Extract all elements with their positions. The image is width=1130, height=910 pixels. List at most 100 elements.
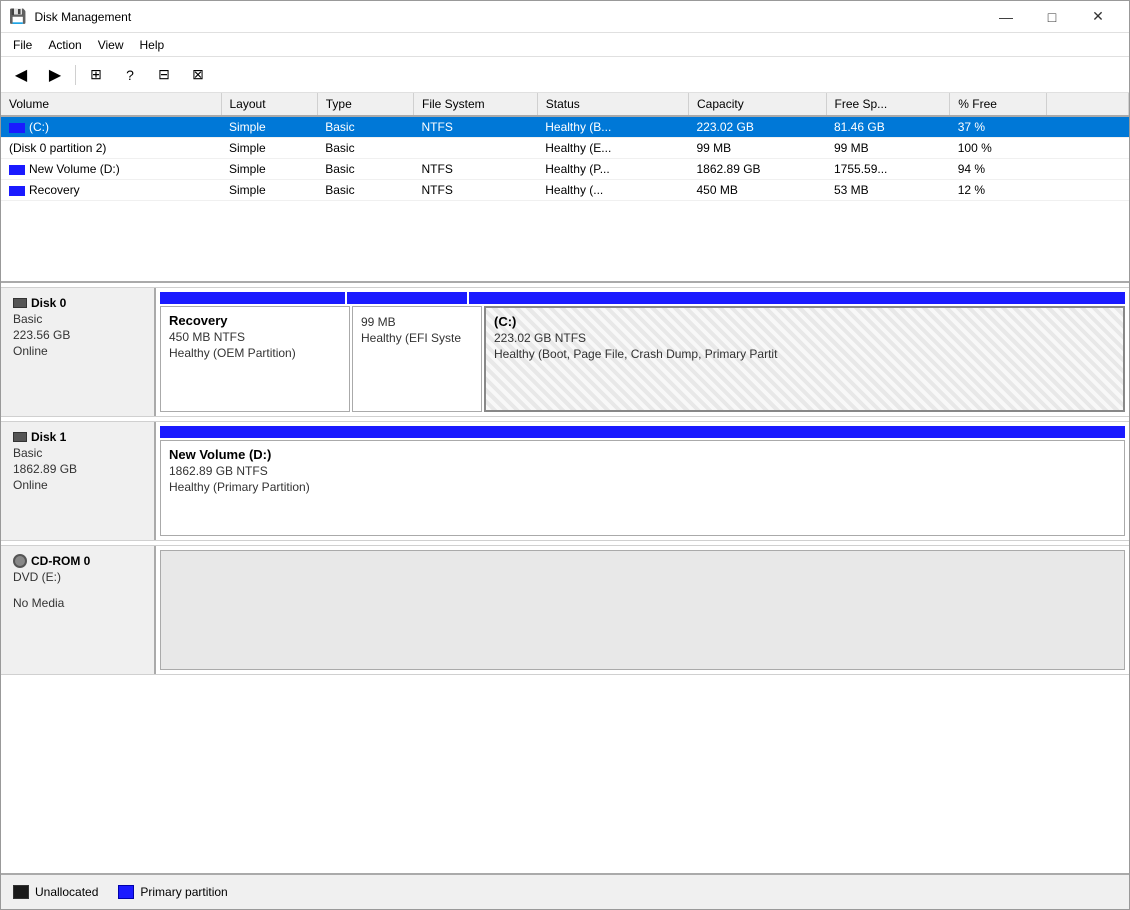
- cdrom-0-type: DVD (E:): [13, 570, 142, 584]
- partition-efi[interactable]: 99 MB Healthy (EFI Syste: [352, 306, 482, 412]
- cell-2: NTFS: [414, 116, 538, 138]
- legend-unallocated-label: Unallocated: [35, 885, 98, 899]
- cell-4: 223.02 GB: [689, 116, 827, 138]
- cell-volume: (Disk 0 partition 2): [1, 138, 221, 159]
- disk-0-grid: Recovery 450 MB NTFS Healthy (OEM Partit…: [160, 306, 1125, 412]
- disk-1-icon: [13, 432, 27, 442]
- disk-0-name: Disk 0: [31, 296, 66, 310]
- col-extra: [1046, 93, 1129, 116]
- d-name: New Volume (D:): [169, 447, 1116, 462]
- c-name: (C:): [494, 314, 1115, 329]
- disk-0-bar: [160, 292, 1125, 304]
- table-row[interactable]: RecoverySimpleBasicNTFSHealthy (...450 M…: [1, 180, 1129, 201]
- disk-0-title: Disk 0: [13, 296, 142, 310]
- toolbar-properties[interactable]: ⊠: [182, 61, 214, 89]
- title-bar: 💾 Disk Management — □ ✕: [1, 1, 1129, 33]
- cell-6: 12 %: [950, 180, 1046, 201]
- cell-volume: New Volume (D:): [1, 159, 221, 180]
- cell-6: 94 %: [950, 159, 1046, 180]
- efi-status: Healthy (EFI Syste: [361, 331, 473, 345]
- title-bar-left: 💾 Disk Management: [9, 8, 131, 25]
- disk-1-label: Disk 1 Basic 1862.89 GB Online: [1, 422, 156, 540]
- cell-0: Simple: [221, 180, 317, 201]
- toolbar-view-grid[interactable]: ⊞: [80, 61, 112, 89]
- cell-2: NTFS: [414, 180, 538, 201]
- col-freespace: Free Sp...: [826, 93, 950, 116]
- menu-file[interactable]: File: [5, 36, 40, 54]
- cell-volume: (C:): [1, 116, 221, 138]
- toolbar-shrink[interactable]: ⊟: [148, 61, 180, 89]
- menu-view[interactable]: View: [90, 36, 132, 54]
- disk-1-row: Disk 1 Basic 1862.89 GB Online New Volum…: [1, 421, 1129, 541]
- disk-1-name: Disk 1: [31, 430, 66, 444]
- col-capacity: Capacity: [689, 93, 827, 116]
- cell-4: 450 MB: [689, 180, 827, 201]
- cdrom-0-row: CD-ROM 0 DVD (E:) No Media: [1, 545, 1129, 675]
- menu-action[interactable]: Action: [40, 36, 89, 54]
- cell-0: Simple: [221, 159, 317, 180]
- cell-1: Basic: [317, 159, 413, 180]
- cell-3: Healthy (...: [537, 180, 688, 201]
- disk-1-type: Basic: [13, 446, 142, 460]
- disk-1-status: Online: [13, 478, 142, 492]
- maximize-button[interactable]: □: [1029, 1, 1075, 33]
- menu-bar: File Action View Help: [1, 33, 1129, 57]
- cdrom-0-name: CD-ROM 0: [31, 554, 90, 568]
- recovery-name: Recovery: [169, 313, 341, 328]
- cell-7: [1046, 138, 1129, 159]
- recovery-status: Healthy (OEM Partition): [169, 346, 341, 360]
- minimize-button[interactable]: —: [983, 1, 1029, 33]
- col-volume: Volume: [1, 93, 221, 116]
- table-row[interactable]: New Volume (D:)SimpleBasicNTFSHealthy (P…: [1, 159, 1129, 180]
- toolbar-forward[interactable]: ▶: [39, 61, 71, 89]
- bar-efi: [347, 292, 467, 304]
- cell-5: 81.46 GB: [826, 116, 950, 138]
- disk-0-partitions: Recovery 450 MB NTFS Healthy (OEM Partit…: [156, 288, 1129, 416]
- disk-0-row: Disk 0 Basic 223.56 GB Online Recovery: [1, 287, 1129, 417]
- legend-unallocated-box: [13, 885, 29, 899]
- window: 💾 Disk Management — □ ✕ File Action View…: [0, 0, 1130, 910]
- recovery-size: 450 MB NTFS: [169, 330, 341, 344]
- disk-section: Disk 0 Basic 223.56 GB Online Recovery: [1, 283, 1129, 873]
- table-body: (C:)SimpleBasicNTFSHealthy (B...223.02 G…: [1, 116, 1129, 201]
- partition-recovery[interactable]: Recovery 450 MB NTFS Healthy (OEM Partit…: [160, 306, 350, 412]
- toolbar-help[interactable]: ?: [114, 61, 146, 89]
- table-row[interactable]: (C:)SimpleBasicNTFSHealthy (B...223.02 G…: [1, 116, 1129, 138]
- cell-1: Basic: [317, 116, 413, 138]
- partition-c[interactable]: (C:) 223.02 GB NTFS Healthy (Boot, Page …: [484, 306, 1125, 412]
- toolbar-sep-1: [75, 65, 76, 85]
- close-button[interactable]: ✕: [1075, 1, 1121, 33]
- cell-2: NTFS: [414, 159, 538, 180]
- disk-1-bar: [160, 426, 1125, 438]
- menu-help[interactable]: Help: [132, 36, 173, 54]
- col-filesystem: File System: [414, 93, 538, 116]
- toolbar: ◀ ▶ ⊞ ? ⊟ ⊠: [1, 57, 1129, 93]
- col-status: Status: [537, 93, 688, 116]
- table-row[interactable]: (Disk 0 partition 2)SimpleBasicHealthy (…: [1, 138, 1129, 159]
- toolbar-back[interactable]: ◀: [5, 61, 37, 89]
- cell-6: 37 %: [950, 116, 1046, 138]
- d-status: Healthy (Primary Partition): [169, 480, 1116, 494]
- cdrom-icon: [13, 554, 27, 568]
- legend-primary-box: [118, 885, 134, 899]
- partition-d[interactable]: New Volume (D:) 1862.89 GB NTFS Healthy …: [160, 440, 1125, 536]
- col-type: Type: [317, 93, 413, 116]
- cell-3: Healthy (B...: [537, 116, 688, 138]
- disk-0-icon: [13, 298, 27, 308]
- legend-primary-label: Primary partition: [140, 885, 227, 899]
- content-area: Volume Layout Type File System Status Ca…: [1, 93, 1129, 909]
- cell-5: 99 MB: [826, 138, 950, 159]
- cell-2: [414, 138, 538, 159]
- cell-4: 1862.89 GB: [689, 159, 827, 180]
- volumes-table: Volume Layout Type File System Status Ca…: [1, 93, 1129, 201]
- d-size: 1862.89 GB NTFS: [169, 464, 1116, 478]
- cell-1: Basic: [317, 180, 413, 201]
- cell-4: 99 MB: [689, 138, 827, 159]
- disk-0-status: Online: [13, 344, 142, 358]
- cell-7: [1046, 180, 1129, 201]
- cell-7: [1046, 116, 1129, 138]
- cell-5: 53 MB: [826, 180, 950, 201]
- disk-1-size: 1862.89 GB: [13, 462, 142, 476]
- cell-0: Simple: [221, 138, 317, 159]
- col-percentfree: % Free: [950, 93, 1046, 116]
